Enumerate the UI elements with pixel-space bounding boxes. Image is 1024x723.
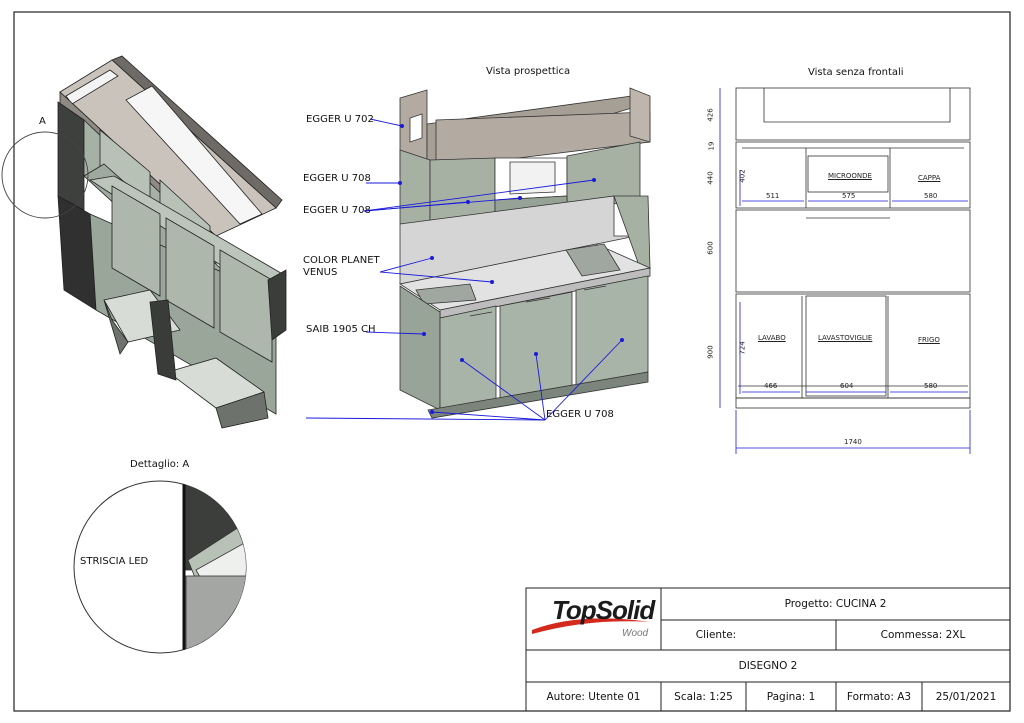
fv-dim-1740: 1740 bbox=[844, 438, 862, 446]
fv-dim-19: 19 bbox=[707, 141, 716, 151]
label-striscia-led: STRISCIA LED bbox=[80, 556, 149, 567]
fv-dim-426: 426 bbox=[706, 108, 715, 122]
topsolid-logo-sub: Wood bbox=[622, 628, 649, 639]
detail-a-drawing bbox=[73, 480, 247, 654]
detail-marker: A bbox=[39, 116, 46, 127]
date: 25/01/2021 bbox=[935, 690, 997, 703]
fv-dim-511: 511 bbox=[766, 192, 780, 200]
front-view-drawing bbox=[735, 87, 971, 409]
fv-dim-600: 600 bbox=[706, 241, 715, 255]
fv-cappa: CAPPA bbox=[918, 174, 941, 182]
dimension-lines bbox=[719, 88, 971, 454]
label-egger-u702: EGGER U 702 bbox=[306, 114, 374, 125]
fv-dim-575: 575 bbox=[842, 192, 856, 200]
paper-format: Formato: A3 bbox=[846, 690, 912, 703]
drawing-name: DISEGNO 2 bbox=[738, 660, 798, 672]
fv-dim-724: 724 bbox=[738, 341, 747, 355]
project-name: Progetto: CUCINA 2 bbox=[784, 598, 887, 610]
front-view-title: Vista senza frontali bbox=[808, 67, 904, 78]
label-saib: SAIB 1905 CH bbox=[306, 324, 376, 335]
fv-frigo: FRIGO bbox=[918, 336, 940, 344]
fv-dim-580-bottom: 580 bbox=[924, 382, 938, 390]
label-egger-u708-upper: EGGER U 708 bbox=[303, 173, 371, 184]
scale: Scala: 1:25 bbox=[674, 690, 733, 703]
detail-title: Dettaglio: A bbox=[130, 459, 190, 470]
topsolid-logo: TopSolid bbox=[552, 595, 655, 625]
label-color-planet: COLOR PLANET bbox=[303, 255, 380, 266]
isometric-exploded-view bbox=[57, 55, 287, 429]
fv-microonde: MICROONDE bbox=[828, 172, 872, 180]
fv-lavastoviglie: LAVASTOVIGLIE bbox=[818, 334, 873, 342]
fv-dim-604: 604 bbox=[840, 382, 854, 390]
label-egger-u708-base: EGGER U 708 bbox=[546, 409, 614, 420]
page-number: Pagina: 1 bbox=[766, 690, 816, 703]
author: Autore: Utente 01 bbox=[546, 690, 641, 703]
fv-dim-466: 466 bbox=[764, 382, 778, 390]
client-field: Cliente: bbox=[695, 629, 737, 641]
label-egger-u708-doors: EGGER U 708 bbox=[303, 205, 371, 216]
fv-lavabo: LAVABO bbox=[758, 334, 786, 342]
label-venus: VENUS bbox=[303, 267, 338, 278]
fv-dim-440: 440 bbox=[706, 171, 715, 185]
fv-dim-580-top: 580 bbox=[924, 192, 938, 200]
fv-dim-900: 900 bbox=[706, 345, 715, 359]
job-number: Commessa: 2XL bbox=[880, 629, 966, 641]
fv-dim-402: 402 bbox=[738, 169, 747, 183]
perspective-title: Vista prospettica bbox=[486, 66, 571, 77]
perspective-view bbox=[398, 87, 652, 419]
